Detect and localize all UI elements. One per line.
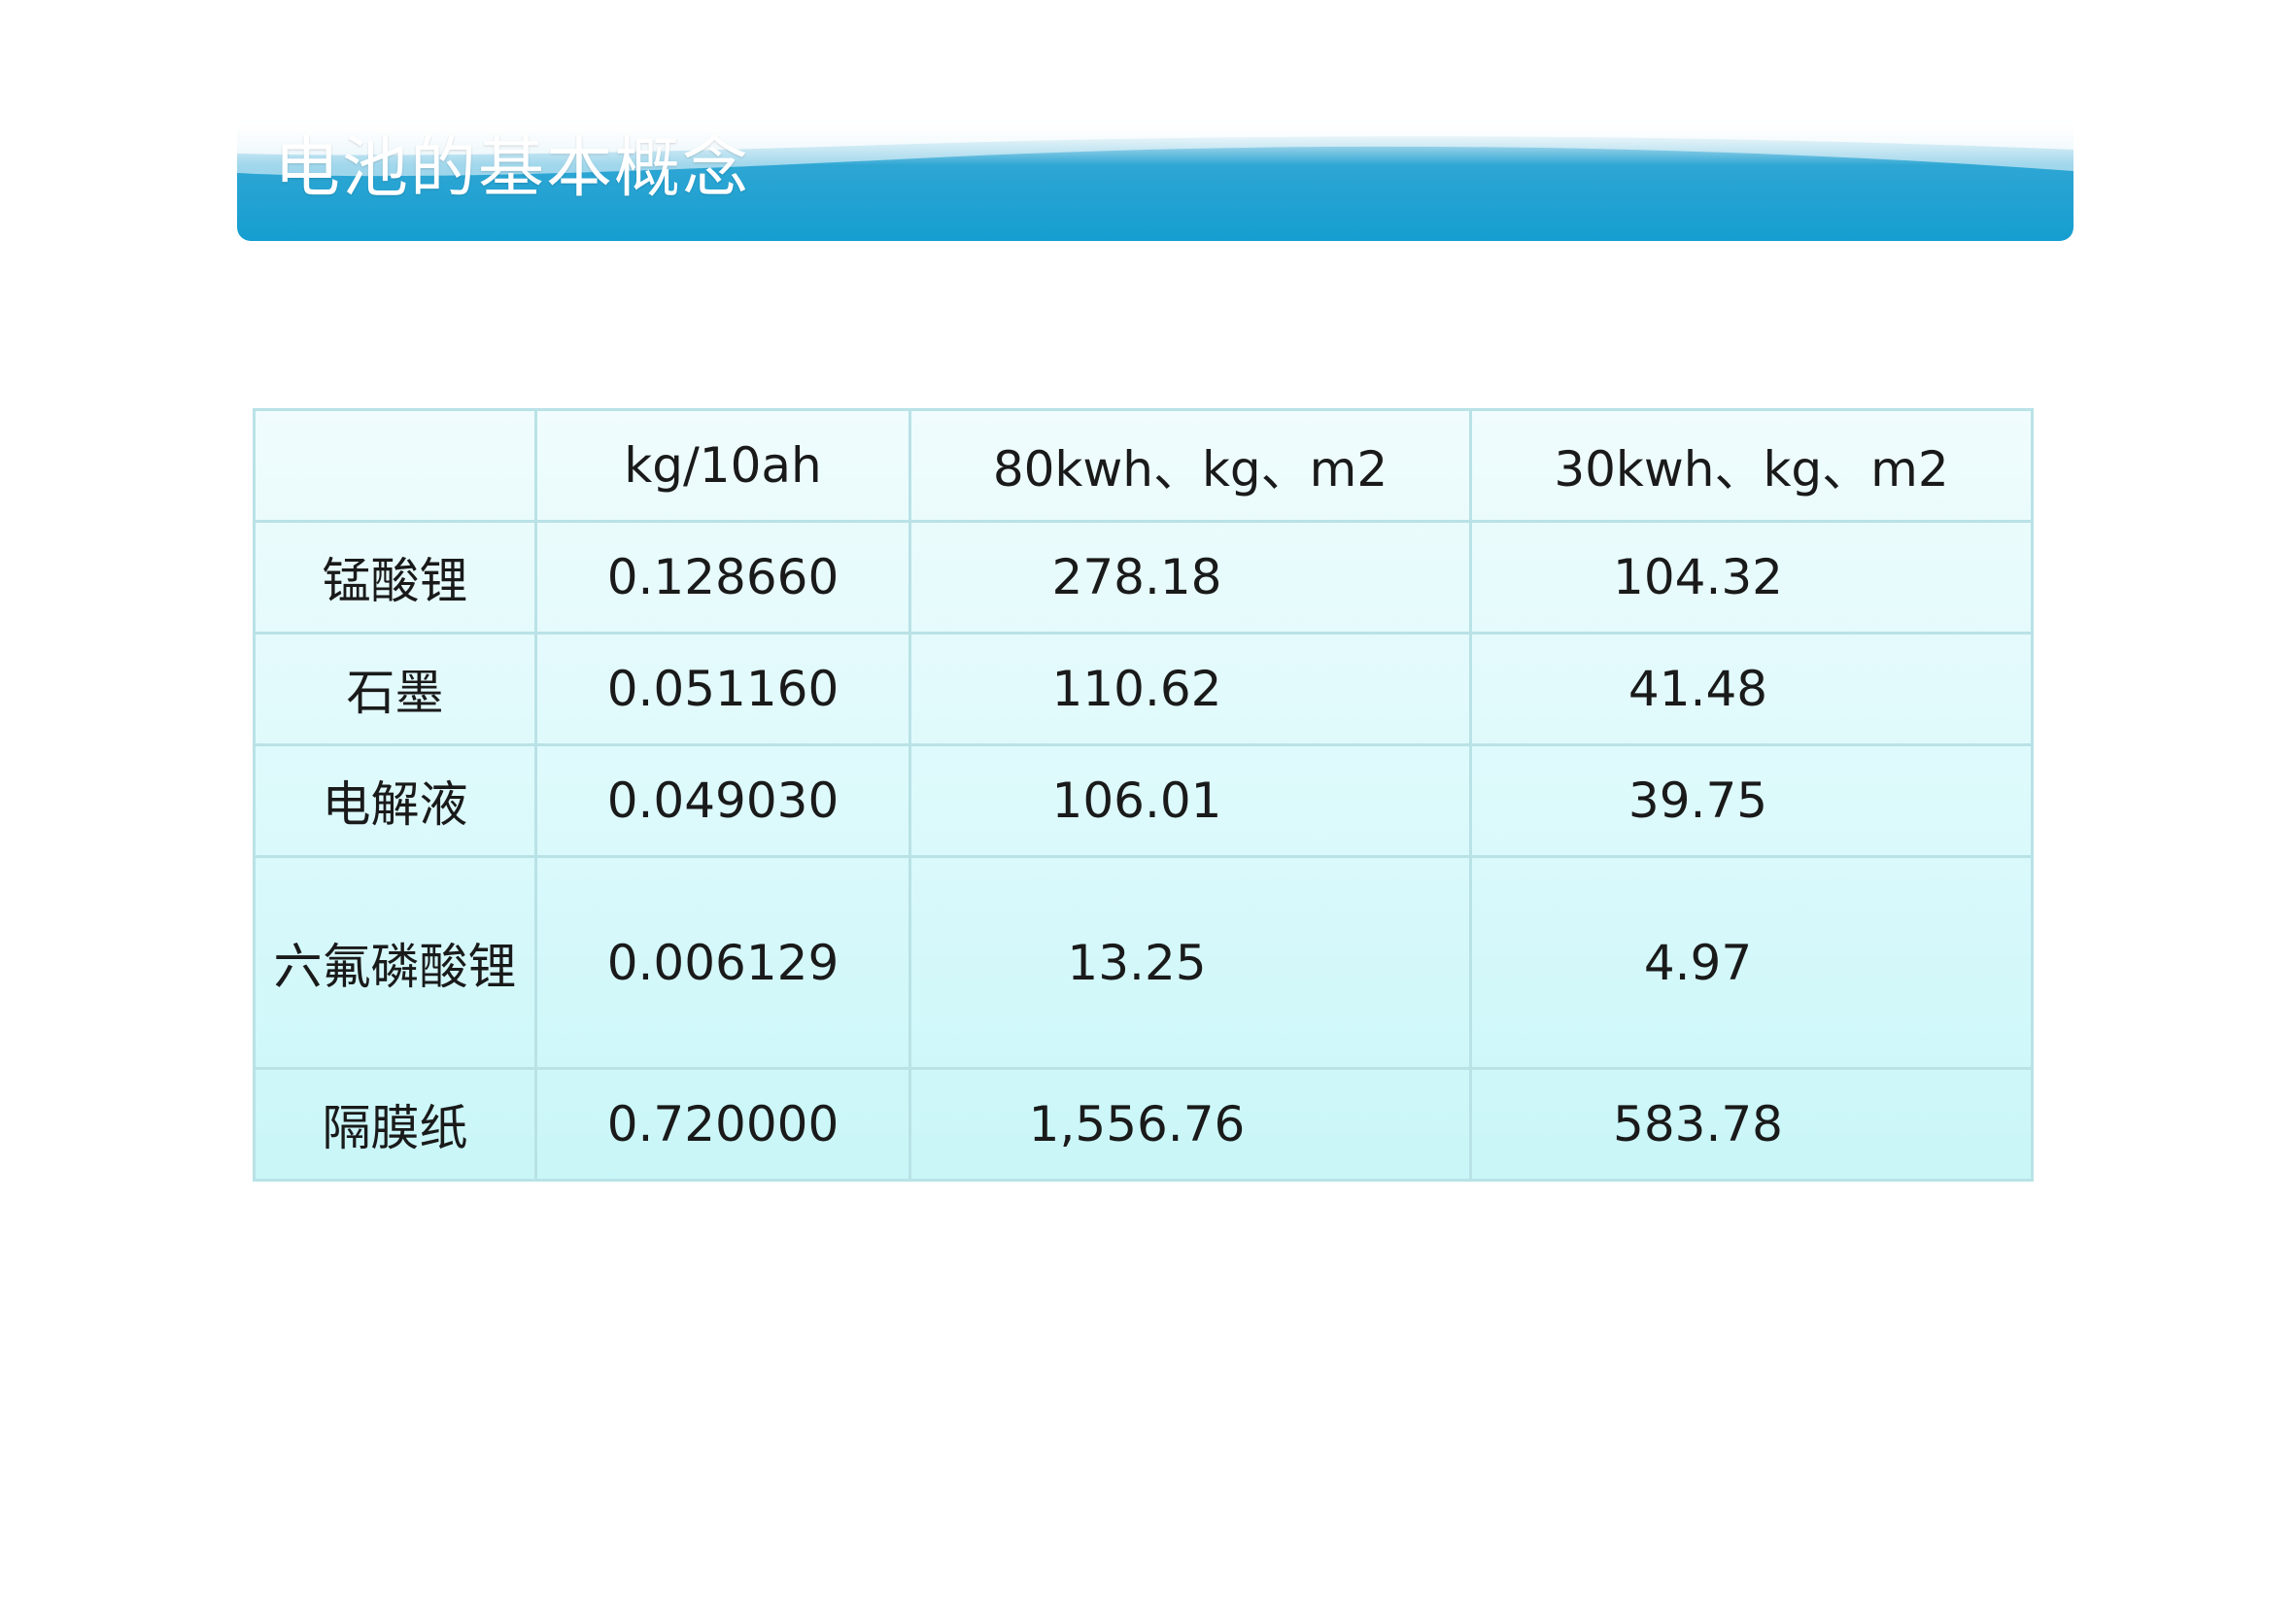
cell-30kwh: 104.32 (1469, 520, 2034, 635)
cell-80kwh: 278.18 (908, 520, 1472, 635)
cell-kg-per-10ah: 0.049030 (534, 743, 911, 858)
row-label: 锰酸锂 (253, 520, 537, 635)
row-label: 石墨 (253, 632, 537, 746)
header-cell-empty (253, 408, 537, 523)
table-row: 锰酸锂 0.128660 278.18 104.32 (253, 520, 2034, 635)
cell-kg-per-10ah: 0.720000 (534, 1067, 911, 1182)
cell-80kwh: 13.25 (908, 855, 1472, 1070)
cell-80kwh: 106.01 (908, 743, 1472, 858)
cell-30kwh: 39.75 (1469, 743, 2034, 858)
cell-80kwh: 110.62 (908, 632, 1472, 746)
cell-30kwh: 4.97 (1469, 855, 2034, 1070)
cell-30kwh: 583.78 (1469, 1067, 2034, 1182)
header-cell-80kwh: 80kwh、kg、m2 (908, 408, 1472, 523)
materials-table: kg/10ah 80kwh、kg、m2 30kwh、kg、m2 锰酸锂 0.12… (253, 408, 2034, 1182)
header-cell-30kwh: 30kwh、kg、m2 (1469, 408, 2034, 523)
row-label: 六氟磷酸锂 (253, 855, 537, 1070)
row-label: 电解液 (253, 743, 537, 858)
cell-kg-per-10ah: 0.006129 (534, 855, 911, 1070)
table-header-row: kg/10ah 80kwh、kg、m2 30kwh、kg、m2 (253, 408, 2034, 523)
table-row: 隔膜纸 0.720000 1,556.76 583.78 (253, 1067, 2034, 1182)
page-title: 电池的基本概念 (274, 130, 751, 207)
row-label: 隔膜纸 (253, 1067, 537, 1182)
cell-80kwh: 1,556.76 (908, 1067, 1472, 1182)
cell-kg-per-10ah: 0.128660 (534, 520, 911, 635)
table-row: 电解液 0.049030 106.01 39.75 (253, 743, 2034, 858)
cell-kg-per-10ah: 0.051160 (534, 632, 911, 746)
cell-30kwh: 41.48 (1469, 632, 2034, 746)
title-banner: 电池的基本概念 (237, 115, 2073, 241)
table-row: 六氟磷酸锂 0.006129 13.25 4.97 (253, 855, 2034, 1070)
table-row: 石墨 0.051160 110.62 41.48 (253, 632, 2034, 746)
header-cell-kg-per-10ah: kg/10ah (534, 408, 911, 523)
